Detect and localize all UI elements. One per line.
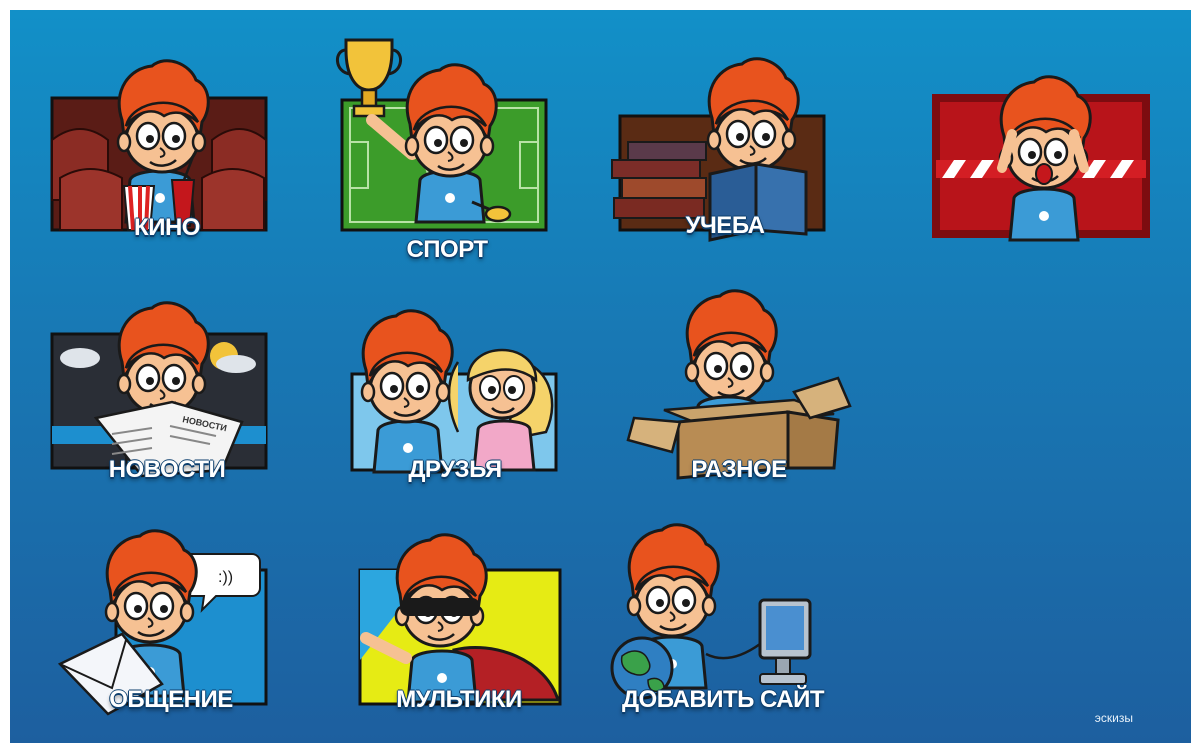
svg-text::)): :)): [218, 569, 233, 586]
newspaper-icon: НОВОСТИ: [50, 301, 268, 478]
tile-communication[interactable]: :)) ОБЩЕНИЕ: [56, 529, 286, 720]
box-icon: [626, 289, 852, 480]
tile-cinema[interactable]: КИНО: [50, 59, 282, 248]
clapperboard-icon: [932, 75, 1150, 242]
tile-label: ДОБАВИТЬ САЙТ: [621, 686, 825, 713]
tile-video[interactable]: [932, 75, 1162, 256]
start-page-panel: КИНО СПОРТ УЧЕБА НОВОСТИ НОВОСТИ ДРУЗЬЯ …: [10, 10, 1191, 743]
tile-label: СПОРТ: [406, 236, 488, 263]
books-icon: [611, 57, 826, 242]
tile-news[interactable]: НОВОСТИ НОВОСТИ: [50, 301, 282, 490]
tile-add-site[interactable]: ДОБАВИТЬ САЙТ: [610, 523, 840, 720]
friends-icon: [350, 309, 558, 474]
tile-label: НОВОСТИ: [108, 456, 226, 483]
tile-label: УЧЕБА: [685, 212, 765, 239]
tile-friends[interactable]: ДРУЗЬЯ: [338, 309, 568, 490]
chat-icon: :)): [57, 529, 268, 716]
tile-label: ОБЩЕНИЕ: [109, 686, 233, 713]
thumbnails-link[interactable]: эскизы: [1095, 711, 1133, 725]
tile-label: КИНО: [134, 214, 200, 241]
cinema-icon: [50, 59, 268, 232]
tile-sport[interactable]: СПОРТ: [332, 30, 562, 263]
add-site-icon: [610, 523, 812, 700]
tile-label: РАЗНОЕ: [691, 456, 787, 483]
tile-study[interactable]: УЧЕБА: [610, 57, 840, 246]
trophy-icon: [336, 38, 548, 232]
superhero-icon: [358, 533, 562, 706]
tile-misc[interactable]: РАЗНОЕ: [624, 289, 854, 490]
tile-label: МУЛЬТИКИ: [396, 686, 522, 713]
tile-cartoons[interactable]: МУЛЬТИКИ: [344, 533, 574, 720]
tile-label: ДРУЗЬЯ: [408, 456, 502, 483]
